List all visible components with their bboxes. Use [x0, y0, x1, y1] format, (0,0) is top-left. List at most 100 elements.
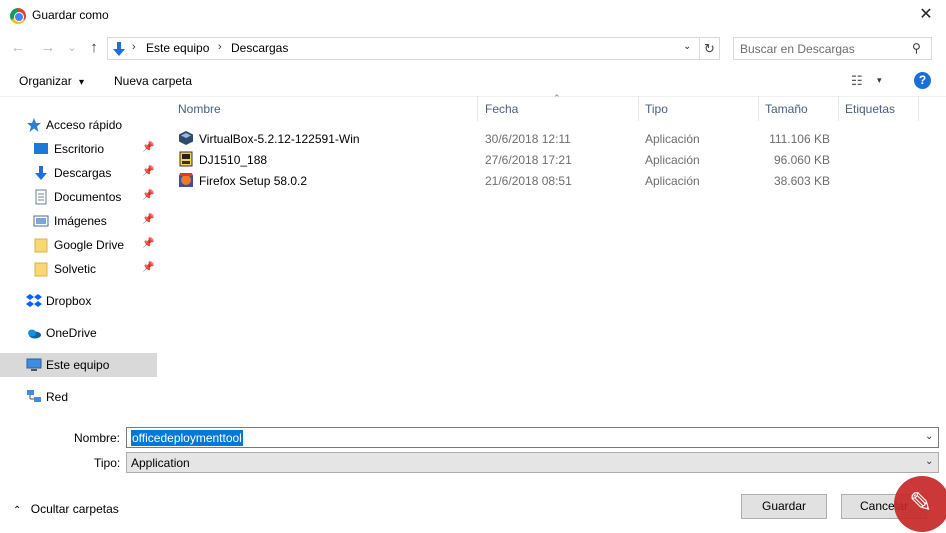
- navigation-pane: Acceso rápido Escritorio 📌 Descargas 📌 D…: [0, 112, 157, 412]
- folder-icon: [34, 262, 48, 277]
- column-header-name[interactable]: Nombre: [178, 102, 221, 116]
- chevron-down-icon[interactable]: ⌄: [683, 41, 691, 52]
- breadcrumb-separator: ›: [218, 41, 222, 53]
- file-type: Aplicación: [645, 132, 700, 146]
- view-options-icon[interactable]: ☷: [851, 73, 863, 89]
- column-divider[interactable]: [477, 96, 478, 121]
- file-name-input[interactable]: officedeploymenttool: [131, 430, 243, 446]
- chevron-down-icon[interactable]: ⌄: [925, 431, 933, 442]
- sidebar-item-label: Escritorio: [54, 142, 105, 156]
- file-name: VirtualBox-5.2.12-122591-Win: [199, 132, 360, 146]
- file-size: 111.106 KB: [769, 132, 830, 146]
- pin-icon: 📌: [142, 238, 155, 249]
- file-name: Firefox Setup 58.0.2: [199, 174, 308, 188]
- forward-button[interactable]: →: [38, 38, 58, 58]
- search-box[interactable]: Buscar en Descargas ⚲: [733, 37, 932, 60]
- sidebar-item-este-equipo[interactable]: Este equipo: [0, 353, 157, 377]
- documents-icon: [35, 189, 47, 205]
- divider: [0, 96, 946, 97]
- file-date: 27/6/2018 17:21: [485, 153, 572, 167]
- window-title: Guardar como: [32, 8, 109, 22]
- file-type: Aplicación: [645, 153, 700, 167]
- sidebar-item-label: Red: [46, 390, 69, 404]
- pin-icon: 📌: [142, 214, 155, 225]
- sidebar-item-imagenes[interactable]: Imágenes 📌: [0, 209, 157, 233]
- table-row[interactable]: DJ1510_188 27/6/2018 17:21 Aplicación 96…: [176, 149, 838, 170]
- sidebar-item-label: Google Drive: [54, 238, 125, 252]
- breadcrumb-descargas[interactable]: Descargas: [231, 41, 288, 55]
- network-icon: [27, 390, 41, 402]
- installer-icon: [179, 151, 193, 167]
- file-type-value: Application: [131, 456, 190, 470]
- sidebar-item-label: Documentos: [54, 190, 122, 204]
- save-button[interactable]: Guardar: [741, 494, 827, 519]
- sidebar-item-dropbox[interactable]: Dropbox: [0, 289, 157, 313]
- search-input[interactable]: Buscar en Descargas: [740, 42, 855, 56]
- file-date: 21/6/2018 08:51: [485, 174, 572, 188]
- caret-down-icon[interactable]: ▾: [877, 75, 882, 86]
- file-size: 96.060 KB: [773, 153, 830, 167]
- computer-icon: [26, 358, 42, 371]
- pin-icon: 📌: [142, 262, 155, 273]
- column-divider[interactable]: [918, 96, 919, 121]
- address-bar[interactable]: › Este equipo › Descargas ⌄: [107, 37, 700, 60]
- column-divider[interactable]: [838, 96, 839, 121]
- column-header-date[interactable]: Fecha: [485, 102, 518, 116]
- file-type-select[interactable]: Application ⌄: [126, 452, 939, 473]
- sidebar-item-red[interactable]: Red: [0, 385, 157, 409]
- sidebar-item-google-drive[interactable]: Google Drive 📌: [0, 233, 157, 257]
- sidebar-item-label: Este equipo: [46, 358, 110, 372]
- sidebar-item-acceso-rapido[interactable]: Acceso rápido: [0, 113, 157, 137]
- sidebar-item-label: Acceso rápido: [46, 118, 123, 132]
- column-header-type[interactable]: Tipo: [645, 102, 668, 116]
- table-row[interactable]: Firefox Setup 58.0.2 21/6/2018 08:51 Apl…: [176, 170, 838, 191]
- file-size: 38.603 KB: [773, 174, 830, 188]
- column-divider[interactable]: [638, 96, 639, 121]
- close-button[interactable]: ✕: [914, 4, 938, 28]
- search-icon[interactable]: ⚲: [912, 41, 921, 55]
- sort-indicator-icon: ⌃: [553, 93, 561, 103]
- file-date: 30/6/2018 12:11: [485, 132, 571, 146]
- new-folder-button[interactable]: Nueva carpeta: [114, 74, 192, 88]
- help-icon[interactable]: ?: [914, 72, 931, 89]
- caret-down-icon: ▾: [79, 77, 85, 88]
- table-row[interactable]: VirtualBox-5.2.12-122591-Win 30/6/2018 1…: [176, 128, 838, 149]
- up-button[interactable]: ↑: [84, 38, 104, 58]
- sidebar-item-label: Descargas: [54, 166, 112, 180]
- sidebar-item-solvetic[interactable]: Solvetic 📌: [0, 257, 157, 281]
- chevron-down-icon[interactable]: ⌄: [925, 456, 933, 467]
- sidebar-item-documentos[interactable]: Documentos 📌: [0, 185, 157, 209]
- sidebar-item-escritorio[interactable]: Escritorio 📌: [0, 137, 157, 161]
- sidebar-item-label: Solvetic: [54, 262, 97, 276]
- pin-icon: 📌: [142, 166, 155, 177]
- file-name-combobox[interactable]: officedeploymenttool ⌄: [126, 427, 939, 448]
- recent-locations-button[interactable]: ⌄: [62, 38, 82, 58]
- onedrive-icon: [28, 329, 41, 339]
- hide-folders-toggle[interactable]: ⌃ Ocultar carpetas: [13, 502, 119, 516]
- sidebar-item-label: OneDrive: [46, 326, 97, 340]
- name-label: Nombre:: [74, 431, 121, 445]
- column-header-tags[interactable]: Etiquetas: [845, 102, 895, 116]
- pictures-icon: [33, 215, 49, 227]
- sidebar-item-onedrive[interactable]: OneDrive: [0, 321, 157, 345]
- pin-icon: 📌: [142, 190, 155, 201]
- download-arrow-icon: [113, 42, 125, 56]
- pin-icon: 📌: [142, 142, 155, 153]
- refresh-button[interactable]: ↻: [700, 37, 720, 60]
- sidebar-item-label: Imágenes: [54, 214, 107, 228]
- star-icon: [27, 118, 41, 132]
- column-header-size[interactable]: Tamaño: [765, 102, 808, 116]
- desktop-icon: [34, 143, 48, 154]
- breadcrumb-este-equipo[interactable]: Este equipo: [146, 41, 209, 55]
- back-button[interactable]: ←: [8, 38, 28, 58]
- chrome-icon: [10, 8, 26, 24]
- column-divider[interactable]: [758, 96, 759, 121]
- type-label: Tipo:: [94, 456, 121, 470]
- organize-label: Organizar: [19, 74, 72, 88]
- organize-button[interactable]: Organizar ▾: [19, 74, 84, 88]
- title-bar: Guardar como ✕: [0, 0, 946, 32]
- sidebar-item-descargas[interactable]: Descargas 📌: [0, 161, 157, 185]
- breadcrumb-separator: ›: [132, 41, 136, 53]
- watermark-logo-icon: [894, 476, 946, 532]
- hide-folders-label: Ocultar carpetas: [30, 502, 119, 516]
